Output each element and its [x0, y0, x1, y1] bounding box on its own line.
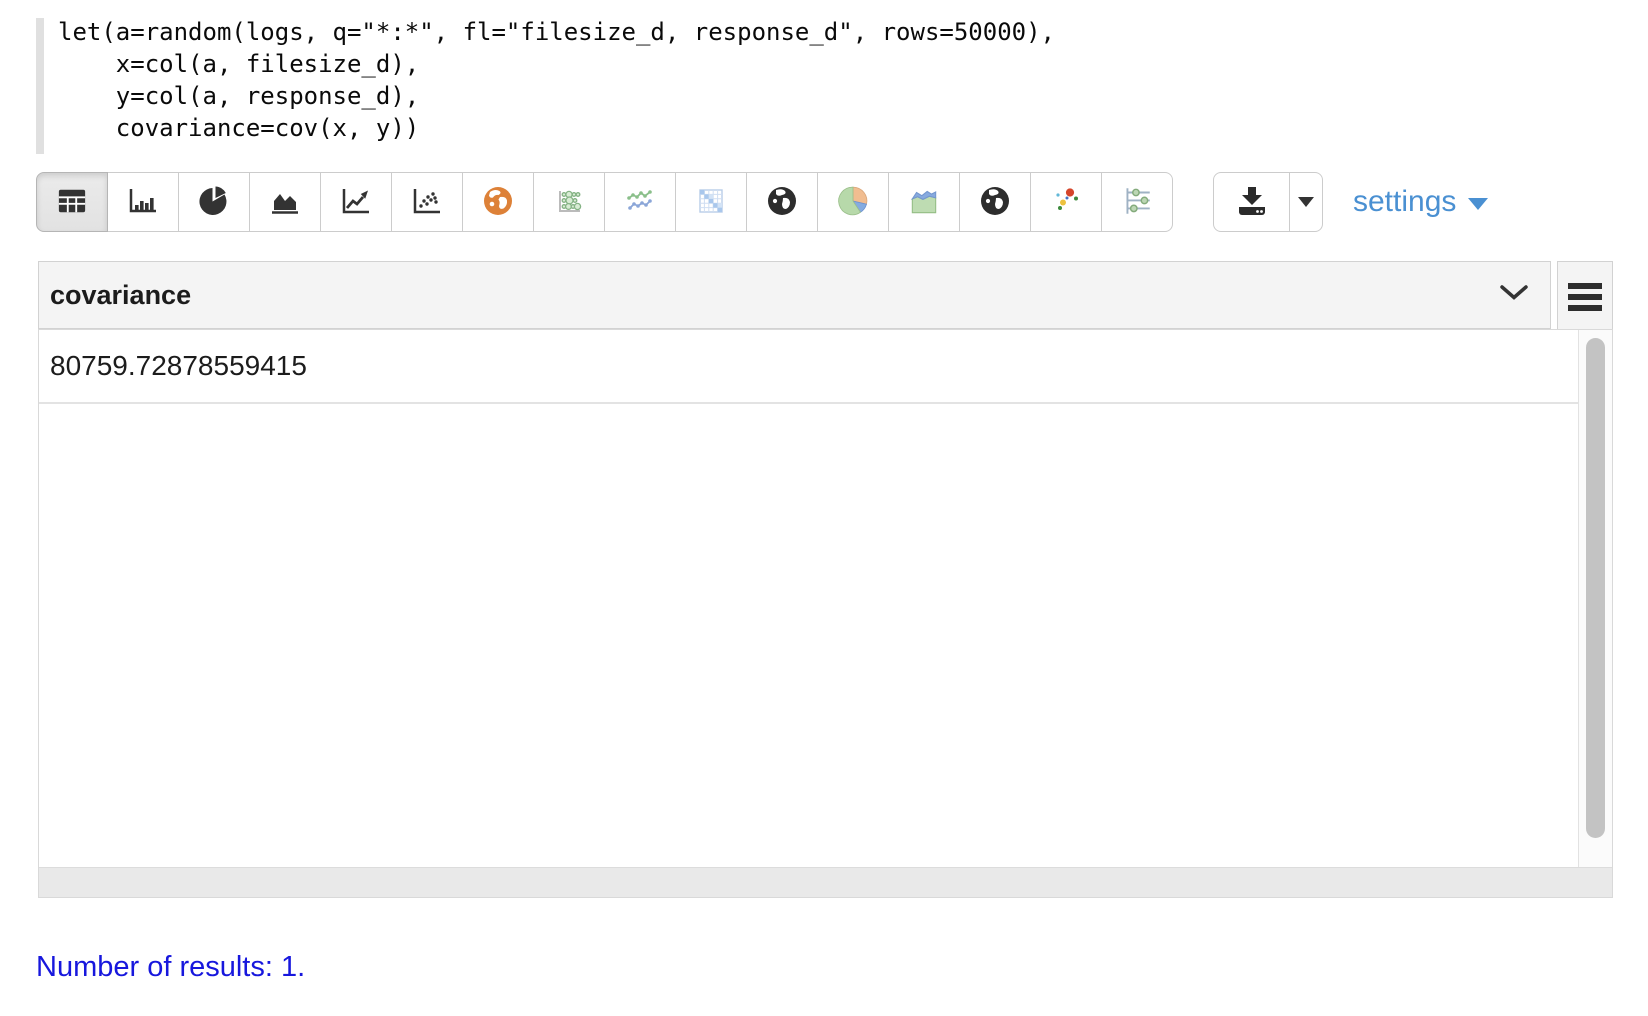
bubble-matrix-button[interactable] [533, 172, 605, 232]
table-row[interactable]: 80759.72878559415 [39, 330, 1578, 404]
settings-label: settings [1353, 185, 1456, 219]
area-colored-icon [907, 184, 941, 221]
area-chart-icon [269, 185, 301, 220]
code-gutter-bar [36, 18, 44, 154]
scatter-chart-icon [411, 185, 443, 220]
code-line[interactable]: y=col(a, response_d), [58, 80, 1236, 112]
map-globe-orange-icon [482, 185, 514, 220]
map-button[interactable] [462, 172, 534, 232]
download-button[interactable] [1213, 172, 1290, 232]
multi-line-chart-button[interactable] [604, 172, 676, 232]
horizontal-scrollbar[interactable] [39, 867, 1612, 897]
globe-black-icon [766, 185, 798, 220]
line-chart-button[interactable] [320, 172, 392, 232]
pie-chart-button[interactable] [178, 172, 250, 232]
visualization-toolbar: settings [36, 172, 1488, 232]
code-editor[interactable]: let(a=random(logs, q="*:*", fl="filesize… [36, 16, 1236, 144]
area-chart-button[interactable] [249, 172, 321, 232]
download-icon [1235, 184, 1269, 221]
scatter-colored-button[interactable] [1030, 172, 1102, 232]
code-line[interactable]: covariance=cov(x, y)) [58, 112, 1236, 144]
hamburger-menu-icon [1568, 278, 1602, 316]
table-body: 80759.72878559415 [38, 329, 1613, 898]
parallel-plot-icon [1120, 184, 1154, 221]
chart-type-button-group [36, 172, 1173, 232]
column-header-cell[interactable]: covariance [38, 261, 1551, 329]
code-line[interactable]: let(a=random(logs, q="*:*", fl="filesize… [58, 16, 1236, 48]
code-line[interactable]: x=col(a, filesize_d), [58, 48, 1236, 80]
heatmap-icon [695, 185, 727, 220]
heatmap-button[interactable] [675, 172, 747, 232]
bar-chart-button[interactable] [107, 172, 179, 232]
table-icon [57, 186, 87, 219]
multi-line-chart-icon [624, 185, 656, 220]
parallel-plot-button[interactable] [1101, 172, 1173, 232]
download-options-button[interactable] [1289, 172, 1323, 232]
settings-toggle[interactable]: settings [1353, 172, 1488, 232]
column-header-label: covariance [50, 280, 191, 311]
globe2-button[interactable] [959, 172, 1031, 232]
download-button-group [1213, 172, 1323, 232]
pie-chart-icon [198, 185, 230, 220]
area-colored-button[interactable] [888, 172, 960, 232]
caret-down-icon [1298, 197, 1314, 207]
table-button[interactable] [36, 172, 108, 232]
notebook-paragraph: let(a=random(logs, q="*:*", fl="filesize… [0, 0, 1648, 1016]
scatter-chart-button[interactable] [391, 172, 463, 232]
settings-caret-icon [1468, 198, 1488, 210]
line-chart-icon [340, 185, 372, 220]
pie-colored-button[interactable] [817, 172, 889, 232]
result-table-panel: covariance 80759.72878559415 [38, 261, 1613, 898]
bar-chart-icon [127, 185, 159, 220]
vertical-scrollbar-thumb[interactable] [1586, 338, 1605, 838]
table-menu-button[interactable] [1557, 261, 1613, 332]
pie-colored-icon [836, 184, 870, 221]
vertical-scrollbar[interactable] [1578, 330, 1612, 868]
scatter-colored-icon [1050, 185, 1082, 220]
chevron-down-icon[interactable] [1499, 284, 1529, 306]
results-count-text: Number of results: 1. [36, 951, 305, 984]
globe-button[interactable] [746, 172, 818, 232]
globe2-black-icon [979, 185, 1011, 220]
bubble-matrix-icon [553, 185, 585, 220]
